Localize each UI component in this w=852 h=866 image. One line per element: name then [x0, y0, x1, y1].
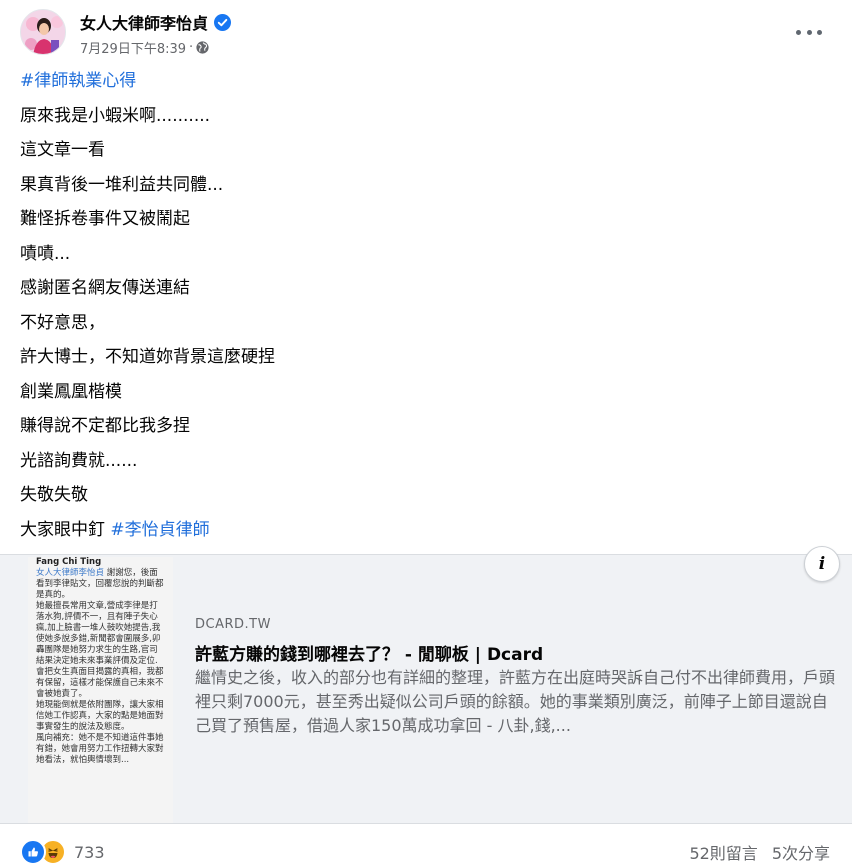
post-line: 原來我是小蝦米啊..........	[20, 105, 211, 126]
post-line: 大家眼中釘 #李怡貞律師	[20, 517, 820, 552]
globe-icon[interactable]	[196, 41, 209, 54]
share-count[interactable]: 5次分享	[772, 840, 830, 864]
like-reaction-icon	[20, 839, 46, 865]
hashtag-link[interactable]: #李怡貞律師	[110, 520, 209, 540]
author-name-row: 女人大律師李怡貞	[80, 10, 232, 34]
post-line: 這文章一看	[20, 140, 105, 160]
link-thumbnail[interactable]: Fang Chi Ting 女人大律師李怡貞 謝謝您，後面看到李律貼文，回覆您說…	[28, 557, 173, 823]
post-line: 果真背後一堆利益共同體...	[20, 174, 224, 195]
reactions-summary[interactable]: 733	[20, 838, 105, 866]
author-avatar[interactable]	[20, 9, 66, 55]
post-line: 難怪拆卷事件又被鬧起	[20, 209, 190, 229]
hashtag-link[interactable]: #律師執業心得	[20, 71, 136, 91]
link-description[interactable]: 繼情史之後，收入的部分也有詳細的整理，許藍方在出庭時哭訴自己付不出律師費用，戶頭…	[195, 666, 835, 738]
post-timestamp[interactable]: 7月29日下午8:39	[80, 38, 186, 57]
info-icon[interactable]: i	[804, 546, 840, 582]
meta-separator: ·	[189, 40, 194, 55]
post-line: 感謝匿名網友傳送連結	[20, 278, 190, 298]
more-options-icon[interactable]	[796, 22, 822, 42]
link-title[interactable]: 許藍方賺的錢到哪裡去了？ - 閒聊板 | Dcard	[195, 640, 543, 665]
avatar-portrait-icon	[21, 10, 65, 54]
post-line: 賺得說不定都比我多捏	[20, 416, 190, 436]
post-line: 許大博士，不知道妳背景這麼硬捏	[20, 347, 275, 367]
more-dot	[817, 29, 822, 35]
post-line: #律師執業心得	[20, 68, 820, 103]
thumbnail-commenter: Fang Chi Ting	[36, 557, 102, 567]
post-meta: 7月29日下午8:39 ·	[80, 38, 209, 57]
more-dot	[796, 29, 801, 35]
reaction-count[interactable]: 733	[74, 843, 105, 862]
author-name[interactable]: 女人大律師李怡貞	[80, 10, 208, 34]
thumbnail-screenshot: Fang Chi Ting 女人大律師李怡貞 謝謝您，後面看到李律貼文，回覆您說…	[36, 557, 164, 766]
post-line: 嘖嘖...	[20, 243, 71, 264]
more-dot	[806, 29, 812, 35]
verified-badge-icon	[214, 13, 232, 31]
post-body: #律師執業心得 原來我是小蝦米啊.......... 這文章一看 果真背後一堆利…	[20, 68, 820, 551]
post-line-text: 大家眼中釘	[20, 519, 111, 540]
link-domain[interactable]: DCARD.TW	[195, 617, 271, 632]
post-line: 不好意思，	[20, 312, 105, 333]
post-line: 失敬失敬	[20, 485, 88, 505]
post-line: 創業鳳凰楷模	[20, 381, 122, 402]
post-header: 女人大律師李怡貞 7月29日下午8:39 ·	[0, 0, 852, 64]
comment-count[interactable]: 52則留言	[689, 840, 757, 864]
thumbnail-mention: 女人大律師李怡貞	[36, 568, 105, 578]
post-stats: 52則留言 5次分享	[689, 840, 830, 864]
thumbnail-text: 謝謝您，後面看到李律貼文，回覆您說的判斷都是真的。 她最擅長常用文章,營成李律是…	[36, 568, 164, 765]
post-line: 光諮詢費就......	[20, 450, 138, 471]
